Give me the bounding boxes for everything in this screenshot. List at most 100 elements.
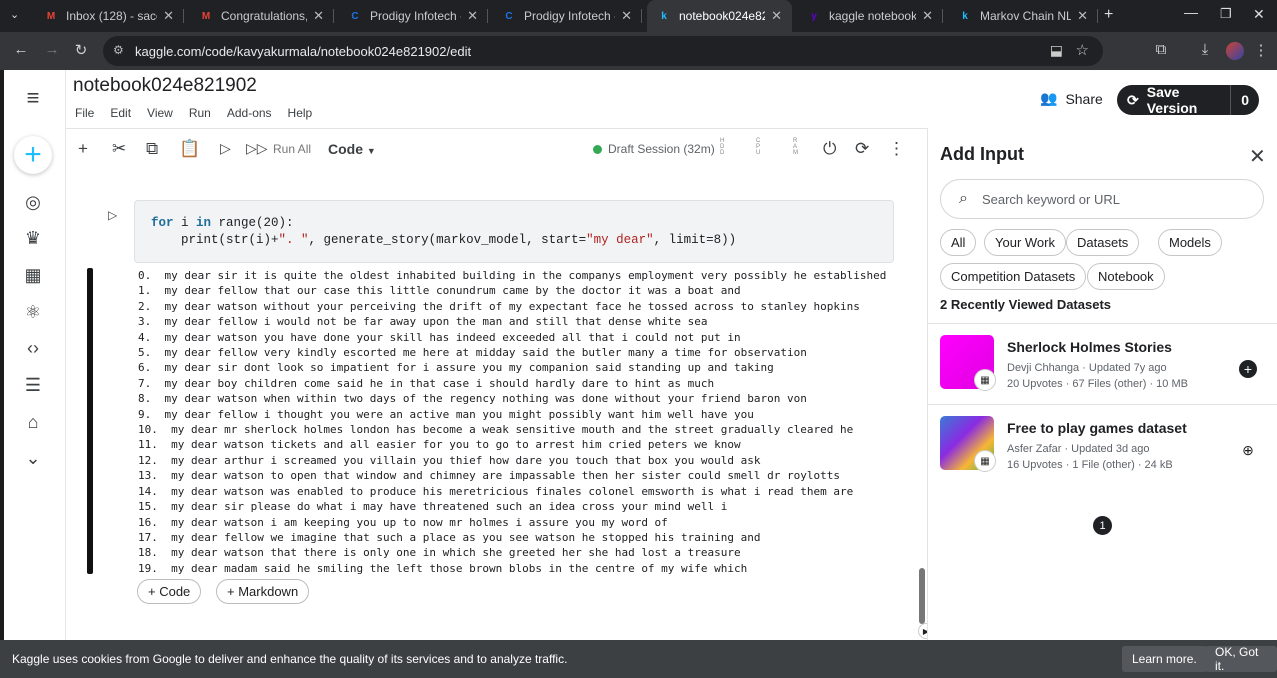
browser-tab[interactable]: C Prodigy Infotech - Ta ✕ (492, 0, 642, 32)
output-collapse-bar[interactable] (87, 268, 93, 574)
tab-close-icon[interactable]: ✕ (922, 8, 933, 24)
code-token: "my dear" (586, 233, 654, 247)
power-icon[interactable]: ⏻ (823, 139, 836, 159)
notebook-title[interactable]: notebook024e821902 (73, 75, 257, 97)
install-icon[interactable]: ⬓ (1050, 42, 1063, 59)
filter-chip[interactable]: All (940, 229, 977, 256)
share-people-icon: 👥 (1040, 90, 1058, 106)
filter-chip[interactable]: Notebook (1087, 263, 1165, 290)
save-version-button[interactable]: ⟳ Save Version 0 (1117, 84, 1259, 116)
cell-type-select[interactable]: Code ▼ (328, 141, 376, 157)
output-line: 9. my dear fellow i thought you were an … (138, 407, 754, 421)
cut-icon[interactable]: ✂ (112, 139, 126, 159)
dataset-item[interactable]: ▦ Sherlock Holmes Stories Devji Chhanga · … (927, 323, 1277, 404)
url-field[interactable]: ⚙ kaggle.com/code/kavyakurmala/notebook0… (103, 36, 1103, 66)
extensions-icon[interactable]: ⧉ (1150, 41, 1172, 58)
run-cell-button[interactable]: ▷ (108, 208, 117, 222)
ram-meter: RAM (793, 138, 798, 156)
add-dataset-icon[interactable]: + (1239, 360, 1257, 378)
browser-tab[interactable]: k Markov Chain NLP ✕ (948, 0, 1098, 32)
output-line: 1. my dear fellow that our case this lit… (138, 284, 741, 298)
reload-icon[interactable]: ↻ (70, 41, 92, 59)
tab-close-icon[interactable]: ✕ (313, 8, 324, 24)
version-count[interactable]: 0 (1230, 85, 1259, 115)
profile-avatar[interactable] (1226, 42, 1244, 60)
run-all-icon[interactable]: ▷▷ (246, 140, 268, 157)
new-tab-button[interactable]: + (1104, 6, 1113, 24)
back-icon[interactable]: ← (10, 41, 32, 58)
filter-chip[interactable]: Models (1158, 229, 1222, 256)
filter-chip[interactable]: Competition Datasets (940, 263, 1087, 290)
browser-tab[interactable]: k notebook024e82190 ✕ (647, 0, 792, 32)
ok-got-it-button[interactable]: OK, Got it. (1205, 645, 1277, 673)
output-line: 16. my dear watson i am keeping you up t… (138, 515, 668, 529)
code-line-1: for i in range(20): (151, 215, 877, 232)
add-code-cell-button[interactable]: + Code (137, 579, 202, 604)
menu-item-run[interactable]: Run (189, 106, 211, 120)
learn-icon[interactable]: ⌂ (20, 409, 46, 435)
copy-icon[interactable]: ⧉ (146, 139, 158, 159)
restart-icon[interactable]: ⟳ (855, 139, 869, 159)
browser-tab[interactable]: C Prodigy Infotech - Ta ✕ (338, 0, 488, 32)
menu-item-edit[interactable]: Edit (110, 106, 131, 120)
browser-menu-icon[interactable]: ⋮ (1250, 41, 1272, 59)
tab-favicon-icon: k (962, 10, 968, 22)
add-markdown-cell-button[interactable]: + Markdown (216, 579, 310, 604)
tab-favicon-icon: M (46, 10, 56, 22)
save-version-label: Save Version (1146, 84, 1198, 116)
hamburger-icon[interactable]: ≡ (20, 85, 46, 111)
download-icon[interactable]: ⤓ (1194, 41, 1216, 58)
restore-button[interactable]: ❐ (1220, 6, 1232, 22)
minimize-button[interactable]: — (1184, 4, 1198, 20)
tab-search-icon[interactable]: ⌄ (10, 8, 28, 24)
filter-chip[interactable]: Datasets (1066, 229, 1140, 256)
compass-icon[interactable]: ◎ (20, 189, 46, 215)
add-cell-icon[interactable]: + (78, 139, 88, 159)
dataset-table-icon: ▦ (974, 450, 996, 472)
code-token: , generate_story(markov_model, start= (308, 233, 587, 247)
dataset-stats: 20 Upvotes · 67 Files (other) · 10 MB (1007, 378, 1188, 390)
run-all-label[interactable]: Run All (273, 142, 311, 156)
output-line: 19. my dear madam said he smiling the le… (138, 561, 748, 575)
menu-item-view[interactable]: View (147, 106, 173, 120)
browser-tab[interactable]: M Inbox (128) - sacet58 ✕ (34, 0, 184, 32)
paste-icon[interactable]: 📋 (179, 139, 200, 159)
output-line: 14. my dear watson was enabled to produc… (138, 484, 854, 498)
menu-item-file[interactable]: File (75, 106, 94, 120)
close-icon[interactable]: ✕ (1249, 144, 1266, 169)
create-plus-icon[interactable]: + (14, 136, 52, 174)
share-button[interactable]: 👥 Share (1040, 90, 1103, 107)
site-info-icon[interactable]: ⚙ (113, 43, 124, 57)
page-number[interactable]: 1 (1093, 516, 1112, 535)
code-token: for (151, 216, 174, 230)
forward-icon[interactable]: → (41, 41, 63, 58)
comments-icon[interactable]: ☰ (20, 372, 46, 398)
run-cell-icon[interactable]: ▷ (220, 140, 231, 157)
output-line: 10. my dear mr sherlock holmes london ha… (138, 423, 854, 437)
session-status[interactable]: Draft Session (32m) (593, 142, 715, 156)
browser-tab[interactable]: y kaggle notebook - Ya ✕ (797, 0, 943, 32)
code-icon[interactable]: ‹› (20, 335, 46, 361)
more-options-icon[interactable]: ⋮ (888, 139, 905, 159)
tab-close-icon[interactable]: ✕ (163, 8, 174, 24)
tab-close-icon[interactable]: ✕ (621, 8, 632, 24)
menu-item-help[interactable]: Help (288, 106, 313, 120)
table-icon[interactable]: ▦ (20, 262, 46, 288)
tab-close-icon[interactable]: ✕ (771, 8, 782, 24)
browser-tab[interactable]: M Congratulations, you ✕ (189, 0, 334, 32)
models-icon[interactable]: ⚛ (20, 299, 46, 325)
add-dataset-icon[interactable]: ⊕ (1239, 441, 1257, 459)
editor-scrollbar[interactable] (919, 568, 925, 624)
close-window-button[interactable]: ✕ (1253, 6, 1265, 23)
filter-chip[interactable]: Your Work (984, 229, 1066, 256)
search-input[interactable]: ⌕ Search keyword or URL (940, 179, 1264, 219)
code-cell-editor[interactable]: for i in range(20): print(str(i)+". ", g… (134, 200, 894, 263)
menu-item-add-ons[interactable]: Add-ons (227, 106, 272, 120)
trophy-icon[interactable]: ♛ (20, 225, 46, 251)
learn-more-button[interactable]: Learn more. (1122, 646, 1207, 672)
dataset-item[interactable]: ▦ Free to play games dataset Asfer Zafar ·… (927, 404, 1277, 485)
tab-close-icon[interactable]: ✕ (467, 8, 478, 24)
more-chevron-icon[interactable]: ⌄ (20, 445, 46, 471)
bookmark-star-icon[interactable]: ☆ (1076, 41, 1089, 59)
tab-close-icon[interactable]: ✕ (1077, 8, 1088, 24)
